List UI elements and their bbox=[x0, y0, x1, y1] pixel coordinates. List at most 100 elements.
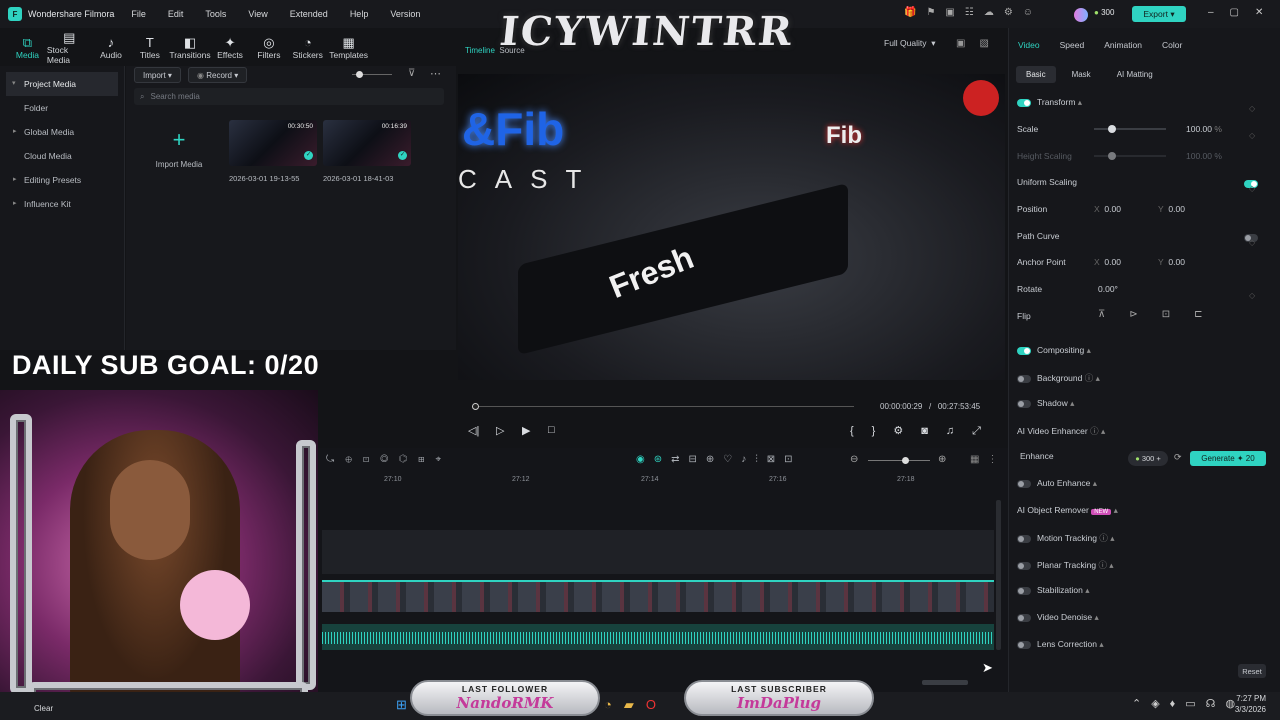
position-y-input[interactable]: Y 0.00 bbox=[1158, 204, 1185, 214]
player-tool-icons[interactable]: {}⚙◙♫⤢ bbox=[850, 424, 999, 438]
tab-video[interactable]: Video bbox=[1018, 40, 1040, 50]
timeline-horizontal-scrollbar[interactable] bbox=[922, 680, 968, 685]
stabilization-row[interactable]: Stabilization ▴ bbox=[1017, 585, 1090, 596]
media-library bbox=[126, 66, 456, 350]
motion-tracking-row[interactable]: Motion Tracking ⓘ ▴ bbox=[1017, 532, 1115, 544]
toolbar-icons[interactable]: 🎁⚑▣☷☁⚙☺ bbox=[904, 7, 1043, 18]
empty-track[interactable] bbox=[322, 530, 994, 574]
audio-icon: ♪ bbox=[107, 34, 115, 50]
play-pause-icon[interactable]: ▶ bbox=[522, 424, 530, 437]
timeline-ai-tools[interactable]: ◉⊛⇄⊟⊕♡♪⫶⊠⊡ bbox=[636, 454, 801, 465]
shadow-row[interactable]: Shadow ▴ bbox=[1017, 398, 1074, 409]
taskbar-pinned-icons[interactable]: ◔▰O bbox=[604, 697, 668, 713]
zoom-out-icon[interactable]: ⊖ bbox=[850, 454, 858, 465]
generate-button[interactable]: Generate ✦ 20 bbox=[1190, 451, 1266, 466]
sidebar-item-global-media[interactable]: ▸ Global Media bbox=[0, 120, 124, 144]
rotate-input[interactable]: 0.00° bbox=[1098, 284, 1118, 294]
stop-icon[interactable]: □ bbox=[548, 424, 555, 436]
sidebar-item-folder[interactable]: Folder bbox=[0, 96, 124, 120]
transform-toggle[interactable] bbox=[1017, 98, 1031, 107]
audio-clip[interactable] bbox=[322, 624, 994, 650]
menu-edit[interactable]: Edit bbox=[157, 9, 195, 19]
scale-slider[interactable] bbox=[1094, 125, 1166, 133]
window-controls[interactable]: –▢✕ bbox=[1208, 7, 1279, 18]
more-options-icon[interactable]: ⋯ bbox=[430, 67, 441, 80]
sidebar-item-influence-kit[interactable]: ▸ Influence Kit bbox=[0, 192, 124, 216]
import-media-tile[interactable]: + Import Media bbox=[135, 120, 223, 184]
tool-effects[interactable]: ✦ Effects bbox=[211, 28, 250, 66]
sidebar-item-editing-presets[interactable]: ▸ Editing Presets bbox=[0, 168, 124, 192]
refresh-icon[interactable]: ⟳ bbox=[1174, 452, 1182, 463]
background-row[interactable]: Background ⓘ ▴ bbox=[1017, 372, 1100, 384]
import-button[interactable]: Import ▾ bbox=[134, 67, 181, 83]
last-subscriber-alert: LAST SUBSCRIBER ImDaPlug bbox=[684, 680, 874, 716]
thumbnail-size-slider[interactable] bbox=[352, 71, 392, 78]
zoom-in-icon[interactable]: ⊕ bbox=[938, 454, 946, 465]
keyframe-icons[interactable]: ◇ ◇ ◇ ◇ ◇ bbox=[1249, 96, 1255, 310]
timeline-vertical-scrollbar[interactable] bbox=[996, 500, 1001, 650]
menu-file[interactable]: File bbox=[120, 9, 157, 19]
tab-animation[interactable]: Animation bbox=[1104, 40, 1142, 50]
reset-button[interactable]: Reset bbox=[1238, 664, 1266, 678]
auto-enhance-row[interactable]: Auto Enhance ▴ bbox=[1017, 478, 1097, 489]
transform-section[interactable]: Transform ▴ bbox=[1017, 97, 1082, 108]
preview-sign-graphic: &Fib bbox=[462, 103, 565, 155]
anchor-x-input[interactable]: X 0.00 bbox=[1094, 257, 1121, 267]
filter-icon[interactable]: ⊽ bbox=[408, 68, 415, 79]
flip-buttons[interactable]: ⊼⊳⊡⊏ bbox=[1098, 309, 1226, 320]
menu-tools[interactable]: Tools bbox=[194, 9, 237, 19]
anchor-y-input[interactable]: Y 0.00 bbox=[1158, 257, 1185, 267]
subtab-mask[interactable]: Mask bbox=[1062, 66, 1101, 83]
scale-value[interactable]: 100.00 % bbox=[1186, 124, 1222, 134]
sidebar-item-cloud-media[interactable]: Cloud Media bbox=[0, 144, 124, 168]
last-follower-alert: LAST FOLLOWER NandoRMK bbox=[410, 680, 600, 716]
tool-audio[interactable]: ♪ Audio bbox=[92, 28, 131, 66]
height-scaling-slider[interactable] bbox=[1094, 152, 1166, 160]
compositing-toggle[interactable] bbox=[1017, 346, 1031, 355]
export-button[interactable]: Export ▾ bbox=[1132, 6, 1186, 22]
timeline-view-icons[interactable]: ▦⋮ bbox=[970, 454, 1005, 465]
system-tray-icons[interactable]: ⌃◈♦▭☊◍ bbox=[1132, 697, 1245, 710]
tool-transitions[interactable]: ◧ Transitions bbox=[169, 28, 210, 66]
quality-select[interactable]: Full Quality ▾ bbox=[884, 38, 936, 49]
tab-speed[interactable]: Speed bbox=[1060, 40, 1085, 50]
system-clock[interactable]: 7:27 PM 3/3/2026 bbox=[1235, 693, 1266, 715]
video-clip[interactable] bbox=[322, 580, 994, 612]
menu-extended[interactable]: Extended bbox=[279, 9, 339, 19]
tool-stickers[interactable]: ◔ Stickers bbox=[288, 28, 327, 66]
subtab-basic[interactable]: Basic bbox=[1016, 66, 1056, 83]
tab-color[interactable]: Color bbox=[1162, 40, 1182, 50]
media-clip[interactable]: 00:16:39 ✓ 2026-03-01 18-41-03 bbox=[323, 120, 411, 183]
subtab-ai-matting[interactable]: AI Matting bbox=[1107, 66, 1163, 83]
tool-stock-media[interactable]: ▤ Stock Media bbox=[47, 28, 92, 66]
menu-version[interactable]: Version bbox=[379, 9, 431, 19]
media-clip[interactable]: 00:30:50 ✓ 2026-03-01 19-13-55 bbox=[229, 120, 317, 183]
enhance-credits: ● 300 + bbox=[1128, 451, 1168, 466]
player-view-icons[interactable]: ▣▧ bbox=[956, 38, 1003, 49]
planar-tracking-row[interactable]: Planar Tracking ⓘ ▴ bbox=[1017, 559, 1114, 571]
menu-view[interactable]: View bbox=[237, 9, 278, 19]
sidebar-item-project-media[interactable]: ▾ Project Media bbox=[6, 72, 118, 96]
timeline-ruler[interactable]: 27:10 27:12 27:14 27:16 27:18 bbox=[330, 476, 996, 492]
playback-scrubber[interactable] bbox=[472, 402, 854, 412]
play-icon[interactable]: ▷ bbox=[496, 424, 504, 437]
timeline-toolbar[interactable]: ⤿⊕⊡◎⌬⊞⌖ bbox=[326, 454, 452, 465]
video-denoise-row[interactable]: Video Denoise ▴ bbox=[1017, 612, 1099, 623]
timeline-zoom-slider[interactable]: ⊖ ⊕ bbox=[850, 454, 950, 465]
lens-correction-row[interactable]: Lens Correction ▴ bbox=[1017, 639, 1104, 650]
search-input[interactable]: ⌕ Search media bbox=[134, 88, 444, 105]
avatar[interactable] bbox=[1074, 8, 1088, 22]
tool-media[interactable]: ⧉ Media bbox=[8, 28, 47, 66]
menu-help[interactable]: Help bbox=[339, 9, 380, 19]
prev-frame-icon[interactable]: ◁| bbox=[468, 424, 479, 437]
compositing-section[interactable]: Compositing ▴ bbox=[1017, 345, 1091, 356]
effects-icon: ✦ bbox=[224, 34, 236, 50]
tool-templates[interactable]: ▦ Templates bbox=[327, 28, 370, 66]
stock-media-icon: ▤ bbox=[63, 29, 76, 45]
record-button[interactable]: ◉ Record ▾ bbox=[188, 67, 248, 83]
tool-titles[interactable]: T Titles bbox=[130, 28, 169, 66]
tab-timeline[interactable]: Timeline bbox=[465, 46, 495, 55]
taskbar-cleanup-label[interactable]: Clear bbox=[34, 704, 53, 713]
position-x-input[interactable]: X 0.00 bbox=[1094, 204, 1121, 214]
tool-filters[interactable]: ◎ Filters bbox=[249, 28, 288, 66]
